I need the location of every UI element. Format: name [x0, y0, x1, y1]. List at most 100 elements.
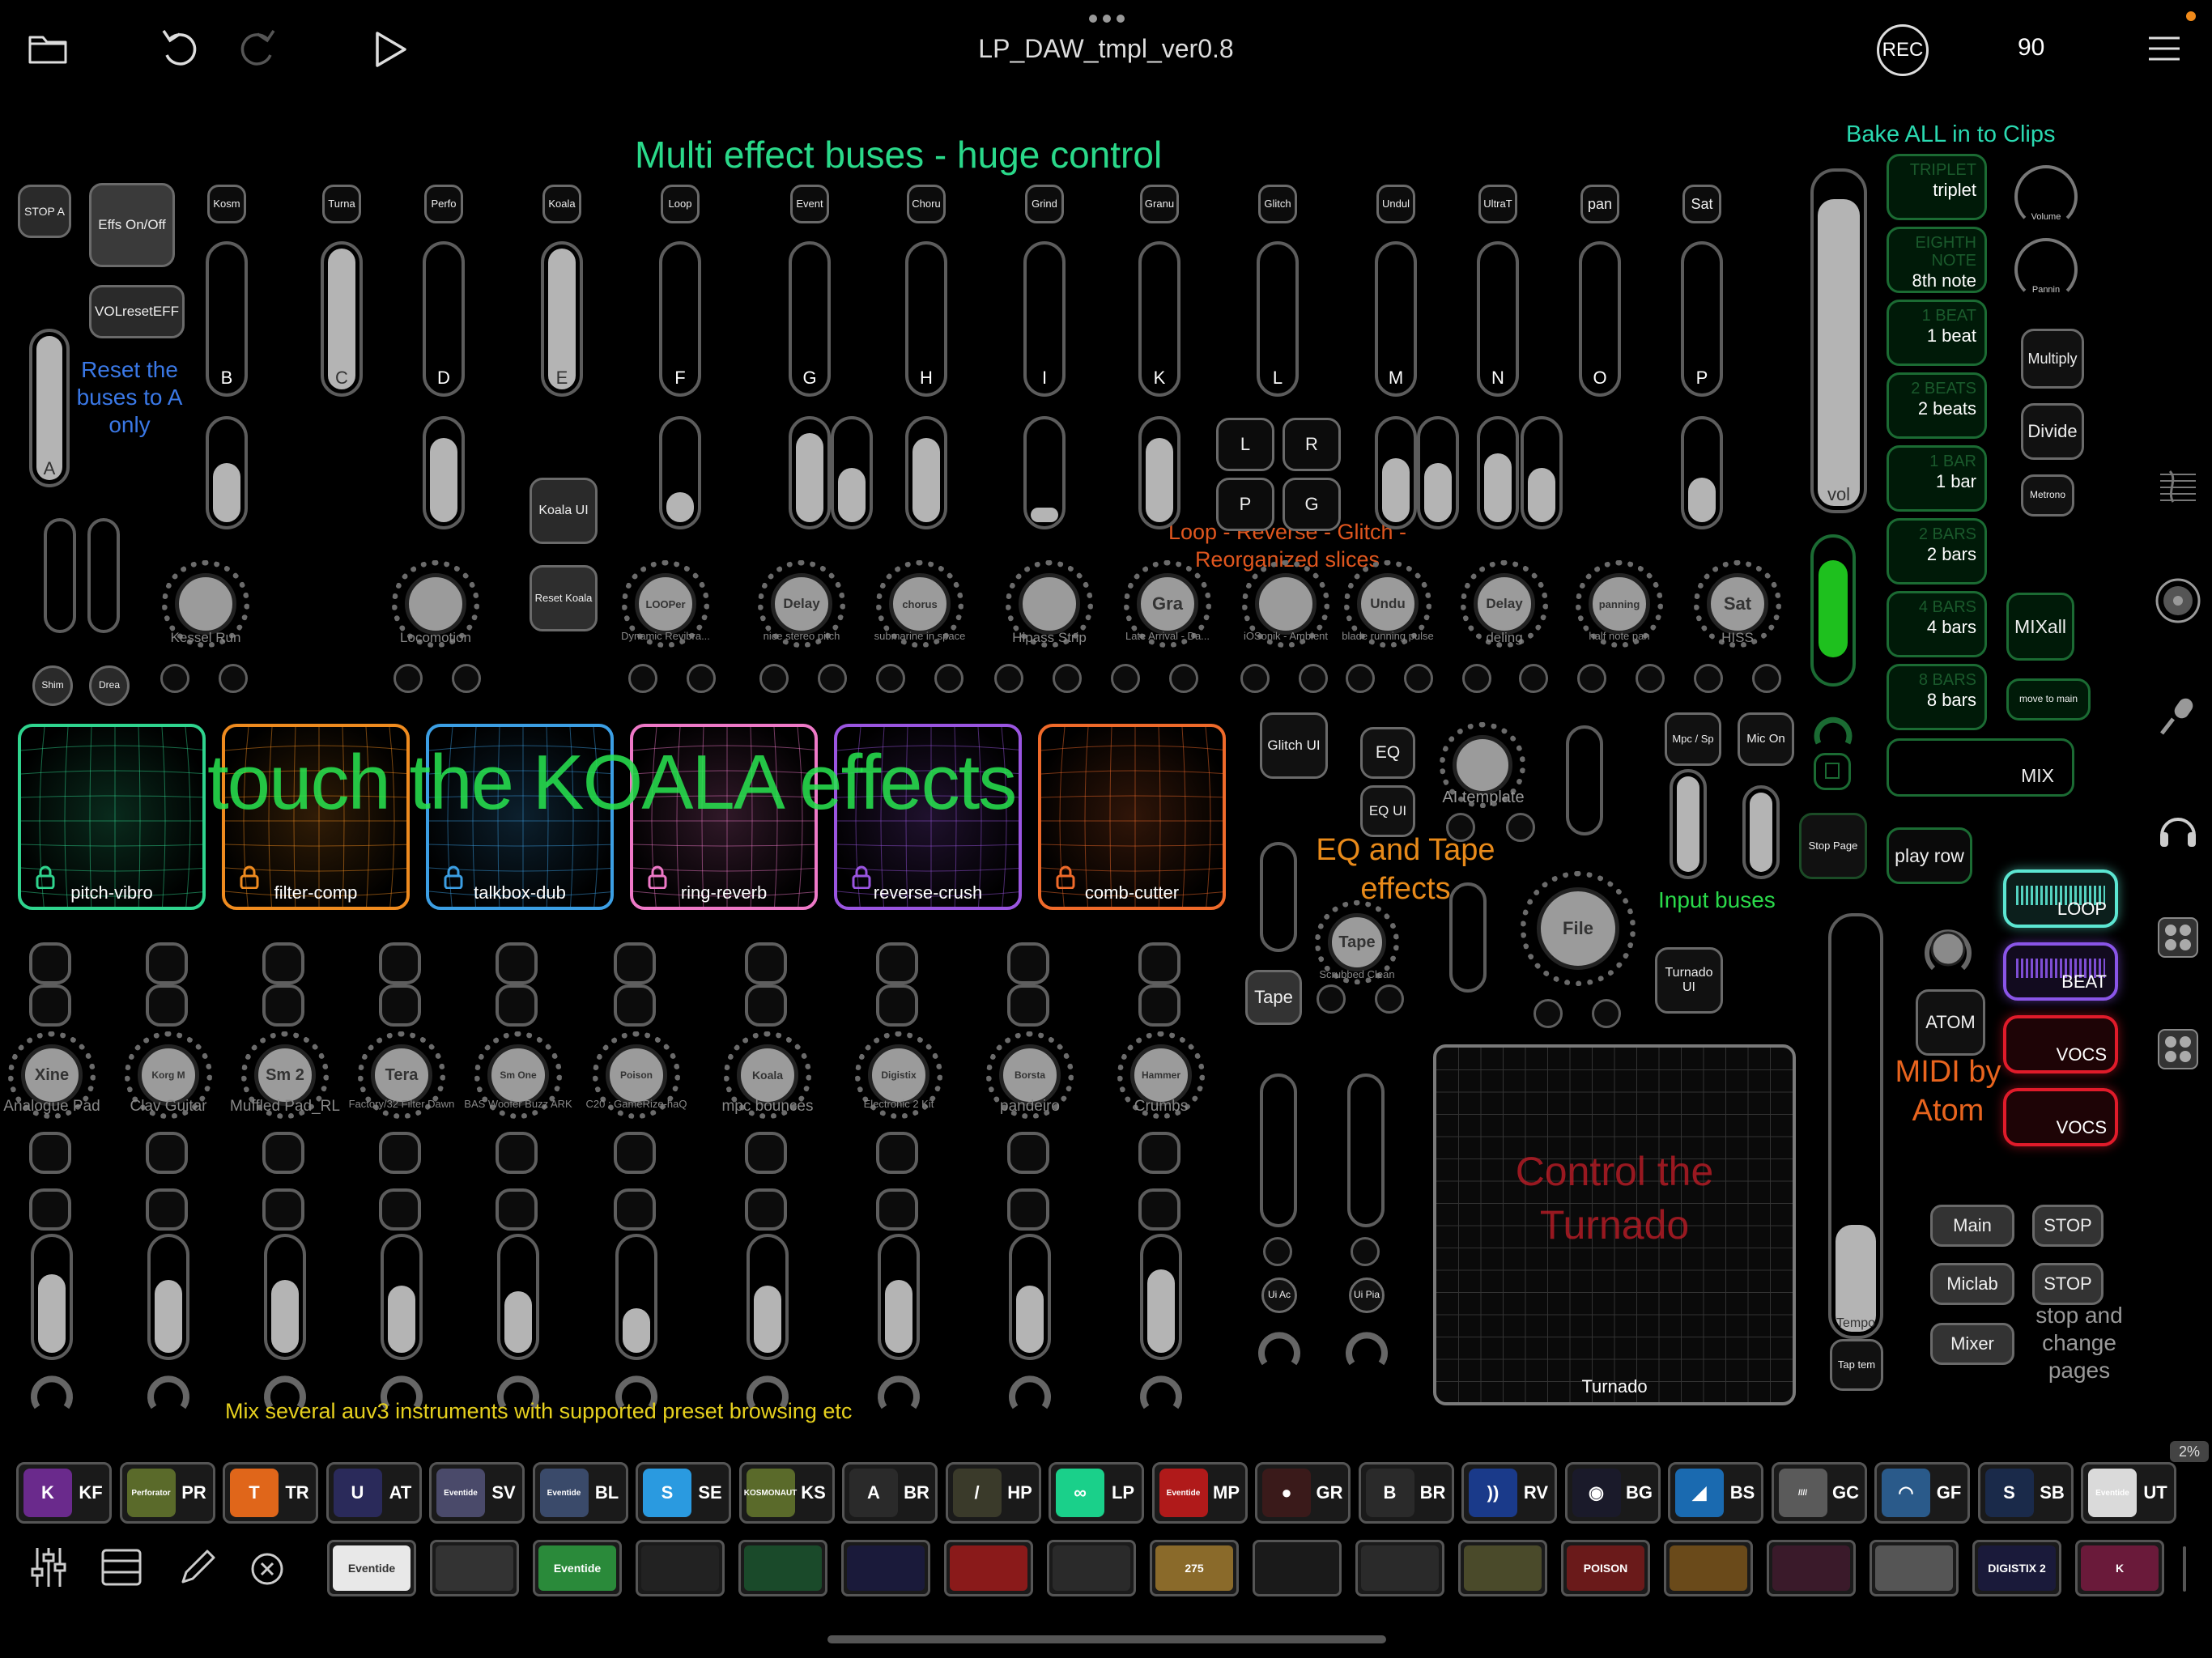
atom-button[interactable]: ATOM [1916, 989, 1985, 1056]
vol-fader[interactable]: vol [1810, 168, 1867, 513]
ui-ac-slider[interactable] [1260, 1073, 1297, 1227]
bus-fader-h[interactable]: H [905, 241, 947, 397]
bus-level-fader[interactable] [1023, 416, 1066, 529]
fx-send-button[interactable] [1053, 664, 1082, 693]
dock-slot-1[interactable]: Eventide [327, 1540, 416, 1596]
move-to-main-button[interactable]: move to main [2006, 678, 2091, 721]
bus-tag-i[interactable]: Grind [1025, 185, 1064, 223]
ui-pia-slider[interactable] [1347, 1073, 1385, 1227]
instr-button-low-2[interactable] [262, 1188, 304, 1231]
instr-button-top[interactable] [379, 942, 421, 984]
dock-slot-12[interactable] [1458, 1540, 1547, 1596]
miclab-page-button[interactable]: Miclab [1930, 1263, 2014, 1305]
app-lp-10[interactable]: ∞ LP [1049, 1462, 1144, 1524]
dock-slot-16[interactable] [1870, 1540, 1959, 1596]
app-mp-11[interactable]: Eventide MP [1151, 1462, 1248, 1524]
undo-icon[interactable] [159, 28, 198, 70]
tap-tempo-button[interactable]: Tap tem [1830, 1339, 1883, 1391]
fx-send-button[interactable] [393, 664, 423, 693]
file-send-a[interactable] [1534, 999, 1563, 1028]
bus-fader-l[interactable]: L [1257, 241, 1299, 397]
instr-fader[interactable] [147, 1234, 189, 1360]
volume-knob[interactable]: Volume [2014, 165, 2078, 228]
instr-button-mid[interactable] [745, 984, 787, 1027]
instr-button-low-2[interactable] [745, 1188, 787, 1231]
instr-button-low-2[interactable] [496, 1188, 538, 1231]
koala-pad-comb-cutter[interactable]: comb-cutter [1038, 724, 1226, 910]
instr-fader[interactable] [747, 1234, 789, 1360]
glitch-ui-button[interactable]: Glitch UI [1260, 712, 1328, 779]
instr-fader[interactable] [615, 1234, 657, 1360]
instr-button-low-2[interactable] [146, 1188, 188, 1231]
mic-fader[interactable] [1742, 785, 1780, 879]
ui-pia-button[interactable]: Ui Pia [1349, 1278, 1385, 1313]
instr-button-top[interactable] [146, 942, 188, 984]
shim-button[interactable]: Shim [32, 665, 73, 706]
lrpg-p-button[interactable]: P [1216, 478, 1274, 531]
koala-ui-button[interactable]: Koala UI [530, 478, 598, 544]
instr-fader[interactable] [878, 1234, 920, 1360]
instr-button-mid[interactable] [146, 984, 188, 1027]
stop-page-1-button[interactable]: STOP [2032, 1205, 2104, 1247]
vol-reset-button[interactable]: VOLresetEFF [89, 285, 185, 338]
instr-button-low[interactable] [29, 1132, 71, 1174]
reset-koala-button[interactable]: Reset Koala [530, 565, 598, 631]
fx-send-button[interactable] [1577, 664, 1606, 693]
instr-button-low-2[interactable] [614, 1188, 656, 1231]
ai-slider[interactable] [1566, 725, 1603, 835]
instr-button-top[interactable] [262, 942, 304, 984]
instr-button-low-2[interactable] [1138, 1188, 1180, 1231]
dock-slot-18[interactable]: K [2075, 1540, 2164, 1596]
instr-fader[interactable] [264, 1234, 306, 1360]
bus-tag-h[interactable]: Choru [907, 185, 946, 223]
drea-slider[interactable] [87, 518, 120, 633]
fx-send-button[interactable] [452, 664, 481, 693]
bus-tag-l[interactable]: Glitch [1258, 185, 1297, 223]
instr-button-low[interactable] [262, 1132, 304, 1174]
bus-fader-f[interactable]: F [659, 241, 701, 397]
bake-8-bars-button[interactable]: 8 BARS 8 bars [1887, 664, 1987, 730]
instr-button-low[interactable] [496, 1132, 538, 1174]
bake-2-bars-button[interactable]: 2 BARS 2 bars [1887, 518, 1987, 585]
shim-slider[interactable] [44, 518, 76, 633]
fx-send-button[interactable] [759, 664, 789, 693]
list-icon[interactable] [100, 1548, 143, 1587]
instr-button-top[interactable] [745, 942, 787, 984]
lrpg-g-button[interactable]: G [1283, 478, 1341, 531]
dock-slot-17[interactable]: DIGISTIX 2 [1972, 1540, 2061, 1596]
dock-slot-11[interactable] [1355, 1540, 1444, 1596]
dock-slot-5[interactable] [738, 1540, 827, 1596]
instr-button-top[interactable] [1007, 942, 1049, 984]
fx-send-button[interactable] [1462, 664, 1491, 693]
dock-scroll-indicator[interactable] [2183, 1546, 2186, 1592]
bus-level-fader[interactable] [1375, 416, 1417, 529]
ui-ac-send[interactable] [1263, 1237, 1292, 1266]
home-indicator[interactable] [827, 1635, 1386, 1643]
fx-send-button[interactable] [1169, 664, 1198, 693]
dock-slot-2[interactable] [430, 1540, 519, 1596]
app-bs-16[interactable]: ◢ BS [1668, 1462, 1763, 1524]
speaker-icon[interactable] [2155, 578, 2201, 623]
bus-fader-d[interactable]: D [423, 241, 465, 397]
bus-fader-m[interactable]: M [1375, 241, 1417, 397]
bus-tag-b[interactable]: Kosm [207, 185, 246, 223]
bake-triplet-button[interactable]: TRIPLET triplet [1887, 154, 1987, 220]
instr-button-low[interactable] [745, 1132, 787, 1174]
file-send-b[interactable] [1592, 999, 1621, 1028]
app-gf-18[interactable]: ◠ GF [1874, 1462, 1970, 1524]
bus-fader-g[interactable]: G [789, 241, 831, 397]
instr-fader[interactable] [381, 1234, 423, 1360]
ui-ac-button[interactable]: Ui Ac [1261, 1278, 1297, 1313]
app-br-8[interactable]: A BR [842, 1462, 938, 1524]
lrpg-l-button[interactable]: L [1216, 418, 1274, 471]
app-sb-19[interactable]: S SB [1977, 1462, 2074, 1524]
mix-button[interactable]: MIX [1887, 738, 2074, 797]
instr-button-low-2[interactable] [1007, 1188, 1049, 1231]
instr-button-top[interactable] [496, 942, 538, 984]
instr-fader[interactable] [497, 1234, 539, 1360]
divide-button[interactable]: Divide [2021, 403, 2084, 460]
app-hp-9[interactable]: / HP [945, 1462, 1041, 1524]
bus-level-fader[interactable] [1477, 416, 1519, 529]
instr-button-low[interactable] [146, 1132, 188, 1174]
fx-send-button[interactable] [687, 664, 716, 693]
